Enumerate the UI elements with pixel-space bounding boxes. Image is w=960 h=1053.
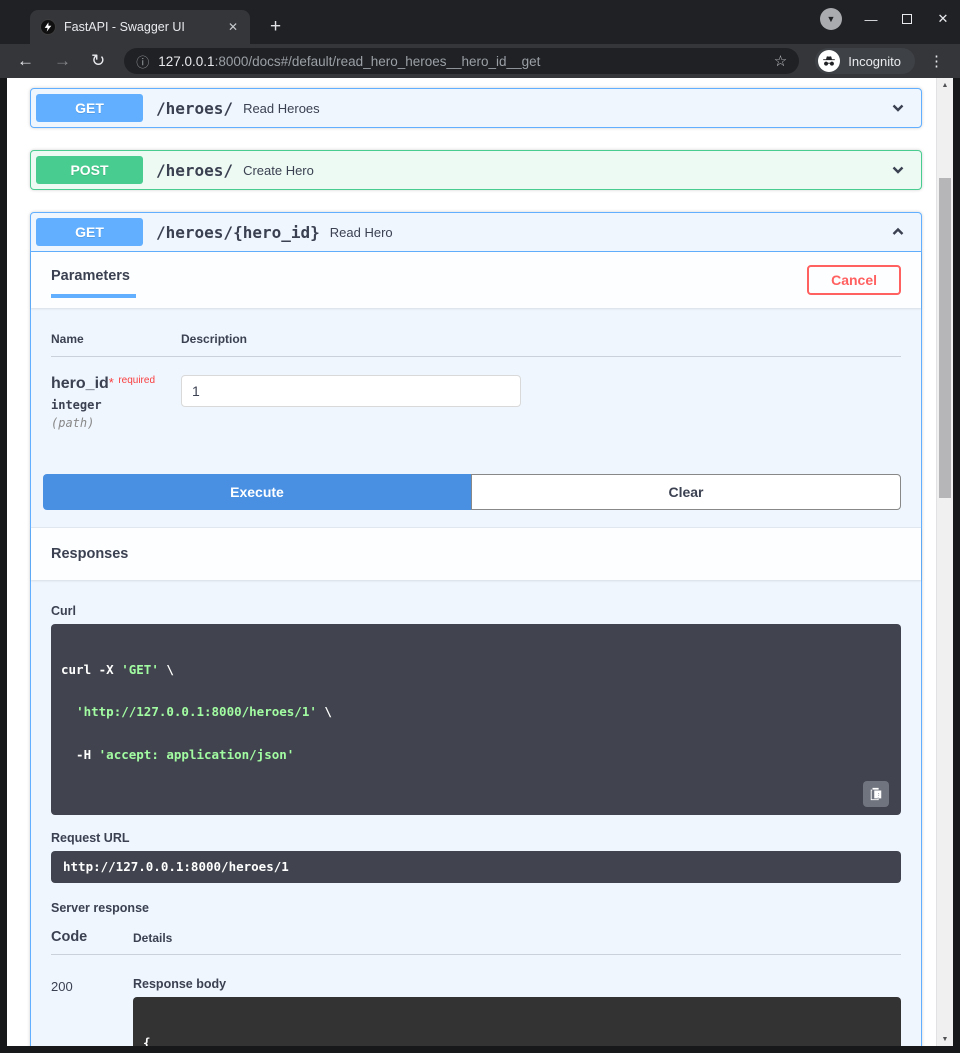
- incognito-label: Incognito: [848, 53, 901, 69]
- description-column-header: Description: [181, 332, 248, 346]
- opblock-get-hero-by-id: GET /heroes/{hero_id} Read Hero Paramete…: [30, 212, 922, 1046]
- execute-wrapper: Execute Clear: [31, 458, 921, 528]
- request-url-block: http://127.0.0.1:8000/heroes/1: [51, 851, 901, 884]
- server-response-label: Server response: [51, 901, 149, 916]
- parameter-location: (path): [51, 416, 95, 430]
- bookmark-star-icon[interactable]: ☆: [774, 52, 787, 70]
- incognito-badge: Incognito: [815, 48, 915, 74]
- copy-to-clipboard-icon[interactable]: [863, 781, 889, 807]
- url-path: :8000/docs#/default/read_hero_heroes__he…: [214, 53, 541, 69]
- menu-kebab-icon[interactable]: ⋮: [923, 52, 950, 70]
- reload-icon[interactable]: ↻: [84, 51, 112, 71]
- url-host: 127.0.0.1: [158, 53, 215, 69]
- browser-window: FastAPI - Swagger UI ✕ + ▼ — ✕ ← → ↻ ⓘ 1…: [0, 0, 960, 1053]
- page-scrollbar[interactable]: ▲ ▼: [936, 78, 953, 1046]
- opblock-summary[interactable]: GET /heroes/{hero_id} Read Hero: [31, 213, 921, 252]
- new-tab-button[interactable]: +: [264, 16, 287, 38]
- scroll-up-icon[interactable]: ▲: [937, 78, 953, 92]
- execute-button[interactable]: Execute: [43, 474, 471, 510]
- response-table-header: Code Details: [51, 929, 901, 956]
- parameter-description-cell: [181, 375, 521, 430]
- curl-text: curl -X: [61, 661, 122, 677]
- op-path: /heroes/{hero_id}: [156, 222, 320, 242]
- response-details-cell: Response body { "name": "Deadpond", "sec…: [133, 977, 901, 1046]
- chevron-down-icon[interactable]: [880, 160, 916, 180]
- op-path: /heroes/: [156, 160, 234, 180]
- curl-string: 'accept: application/json': [98, 747, 295, 762]
- address-bar[interactable]: ⓘ 127.0.0.1:8000/docs#/default/read_hero…: [124, 48, 800, 74]
- curl-text: \: [316, 704, 332, 720]
- scroll-down-icon[interactable]: ▼: [937, 1032, 953, 1046]
- fastapi-favicon: [40, 19, 56, 35]
- code-column-header: Code: [51, 929, 88, 946]
- response-body-label: Response body: [133, 977, 227, 992]
- curl-label: Curl: [51, 604, 76, 618]
- parameters-section: Name Description hero_id* required integ…: [31, 308, 921, 458]
- minimize-button[interactable]: —: [864, 12, 878, 27]
- opblock-post-heroes: POST /heroes/ Create Hero: [30, 150, 922, 190]
- curl-string: 'http://127.0.0.1:8000/heroes/1': [76, 704, 317, 720]
- incognito-icon: [818, 50, 841, 72]
- required-asterisk: *: [108, 375, 114, 390]
- parameter-row: hero_id* required integer (path): [51, 357, 901, 430]
- op-summary-text: Create Hero: [243, 162, 314, 178]
- window-controls: ▼ — ✕: [820, 8, 950, 30]
- op-summary-text: Read Hero: [329, 224, 393, 240]
- parameter-name: hero_id: [51, 375, 109, 392]
- hero-id-input[interactable]: [181, 375, 521, 407]
- swagger-page: GET /heroes/ Read Heroes POST /heroes/ C…: [7, 78, 953, 1046]
- curl-line: curl -X 'GET' \: [61, 661, 891, 677]
- curl-text: -H: [61, 747, 99, 762]
- parameters-table-header: Name Description: [51, 332, 901, 357]
- close-button[interactable]: ✕: [936, 11, 950, 27]
- parameters-header: Parameters Cancel: [31, 252, 921, 308]
- op-summary-text: Read Heroes: [243, 100, 320, 116]
- response-row: 200 Response body { "name": "Deadpond", …: [51, 955, 901, 1046]
- swagger-content: GET /heroes/ Read Heroes POST /heroes/ C…: [7, 78, 936, 1046]
- op-path: /heroes/: [156, 98, 234, 118]
- curl-string: 'GET': [121, 661, 159, 677]
- responses-section: Curl curl -X 'GET' \ 'http://127.0.0.1:8…: [31, 580, 921, 1046]
- cancel-button[interactable]: Cancel: [807, 265, 901, 295]
- request-url-label: Request URL: [51, 831, 130, 845]
- clear-button[interactable]: Clear: [471, 474, 901, 510]
- json-brace: {: [143, 1034, 151, 1046]
- forward-icon[interactable]: →: [47, 51, 78, 71]
- json-line: {: [143, 1034, 891, 1046]
- opblock-summary[interactable]: POST /heroes/ Create Hero: [31, 151, 921, 189]
- curl-text: \: [158, 661, 174, 677]
- scrollbar-thumb[interactable]: [939, 178, 951, 498]
- curl-text: [61, 704, 76, 719]
- parameter-type: integer: [51, 398, 102, 412]
- chevron-up-icon[interactable]: [880, 222, 916, 242]
- status-code: 200: [51, 979, 73, 995]
- curl-line: -H 'accept: application/json': [61, 747, 891, 762]
- opblock-get-heroes: GET /heroes/ Read Heroes: [30, 88, 922, 128]
- tab-close-icon[interactable]: ✕: [224, 18, 242, 36]
- responses-header: Responses: [31, 528, 921, 580]
- back-icon[interactable]: ←: [10, 51, 41, 71]
- parameter-name-cell: hero_id* required integer (path): [51, 375, 181, 430]
- name-column-header: Name: [51, 332, 84, 346]
- maximize-button[interactable]: [900, 12, 914, 27]
- method-badge: GET: [36, 218, 143, 246]
- chevron-down-icon[interactable]: [880, 98, 916, 118]
- details-column-header: Details: [133, 931, 173, 946]
- titlebar: FastAPI - Swagger UI ✕ + ▼ — ✕: [0, 0, 960, 44]
- tab-media-icon[interactable]: ▼: [820, 8, 842, 30]
- method-badge: POST: [36, 156, 143, 184]
- site-info-icon[interactable]: ⓘ: [136, 52, 149, 71]
- tab-title: FastAPI - Swagger UI: [64, 20, 185, 34]
- url-text: 127.0.0.1:8000/docs#/default/read_hero_h…: [158, 54, 765, 69]
- curl-command-block: curl -X 'GET' \ 'http://127.0.0.1:8000/h…: [51, 624, 901, 815]
- required-label: required: [118, 375, 156, 386]
- opblock-summary[interactable]: GET /heroes/ Read Heroes: [31, 89, 921, 127]
- browser-toolbar: ← → ↻ ⓘ 127.0.0.1:8000/docs#/default/rea…: [0, 44, 960, 78]
- response-body-block: { "name": "Deadpond", "secret_name": "Di…: [133, 997, 901, 1046]
- responses-title: Responses: [51, 546, 129, 562]
- browser-tab[interactable]: FastAPI - Swagger UI ✕: [30, 10, 250, 44]
- tab-parameters[interactable]: Parameters: [51, 262, 136, 298]
- method-badge: GET: [36, 94, 143, 122]
- curl-line: 'http://127.0.0.1:8000/heroes/1' \: [61, 705, 891, 719]
